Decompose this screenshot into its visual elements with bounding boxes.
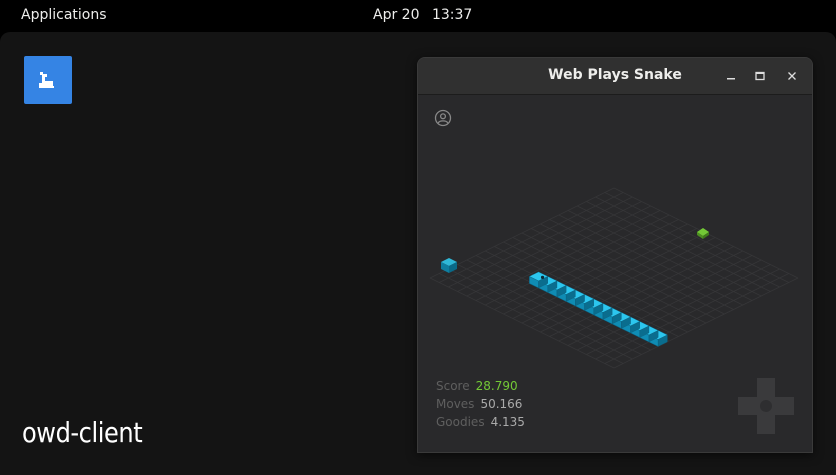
clock[interactable]: Apr 20 13:37	[373, 7, 472, 23]
outside-block	[441, 258, 457, 273]
account-circle-icon	[434, 109, 452, 127]
maximize-icon	[755, 71, 765, 81]
stat-score-label: Score	[436, 379, 470, 393]
clock-date: Apr 20	[373, 7, 420, 23]
applications-menu[interactable]: Applications	[21, 7, 107, 23]
window-titlebar[interactable]: Web Plays Snake	[418, 58, 812, 95]
stat-goodies-value: 4.135	[490, 415, 525, 429]
stat-goodies: Goodies 4.135	[436, 415, 525, 433]
directional-pad-icon	[738, 378, 794, 434]
stat-goodies-label: Goodies	[436, 415, 485, 429]
snake-window: Web Plays Snake Score 28.790 Moves 50.16…	[417, 57, 813, 453]
close-button[interactable]	[782, 66, 802, 86]
stat-moves: Moves 50.166	[436, 397, 525, 415]
stat-moves-label: Moves	[436, 397, 475, 411]
minimize-button[interactable]	[721, 66, 741, 86]
top-bar: Applications Apr 20 13:37	[0, 0, 836, 32]
stat-moves-value: 50.166	[480, 397, 523, 411]
desktop: owd-client Web Plays Snake Score 28.790 …	[0, 32, 836, 475]
game-area[interactable]: Score 28.790 Moves 50.166 Goodies 4.135	[418, 95, 812, 452]
minimize-icon	[727, 78, 735, 80]
stat-score: Score 28.790	[436, 379, 525, 397]
desktop-label: owd-client	[22, 416, 143, 449]
stats-panel: Score 28.790 Moves 50.166 Goodies 4.135	[436, 379, 525, 433]
snake-app-icon	[39, 72, 54, 88]
account-button[interactable]	[434, 109, 452, 131]
maximize-button[interactable]	[750, 66, 770, 86]
board-grid	[429, 187, 799, 369]
stat-score-value: 28.790	[475, 379, 518, 393]
close-icon	[788, 72, 796, 80]
snake-app-launcher[interactable]	[24, 56, 72, 104]
dpad-control[interactable]	[738, 378, 794, 438]
clock-time: 13:37	[431, 7, 473, 23]
